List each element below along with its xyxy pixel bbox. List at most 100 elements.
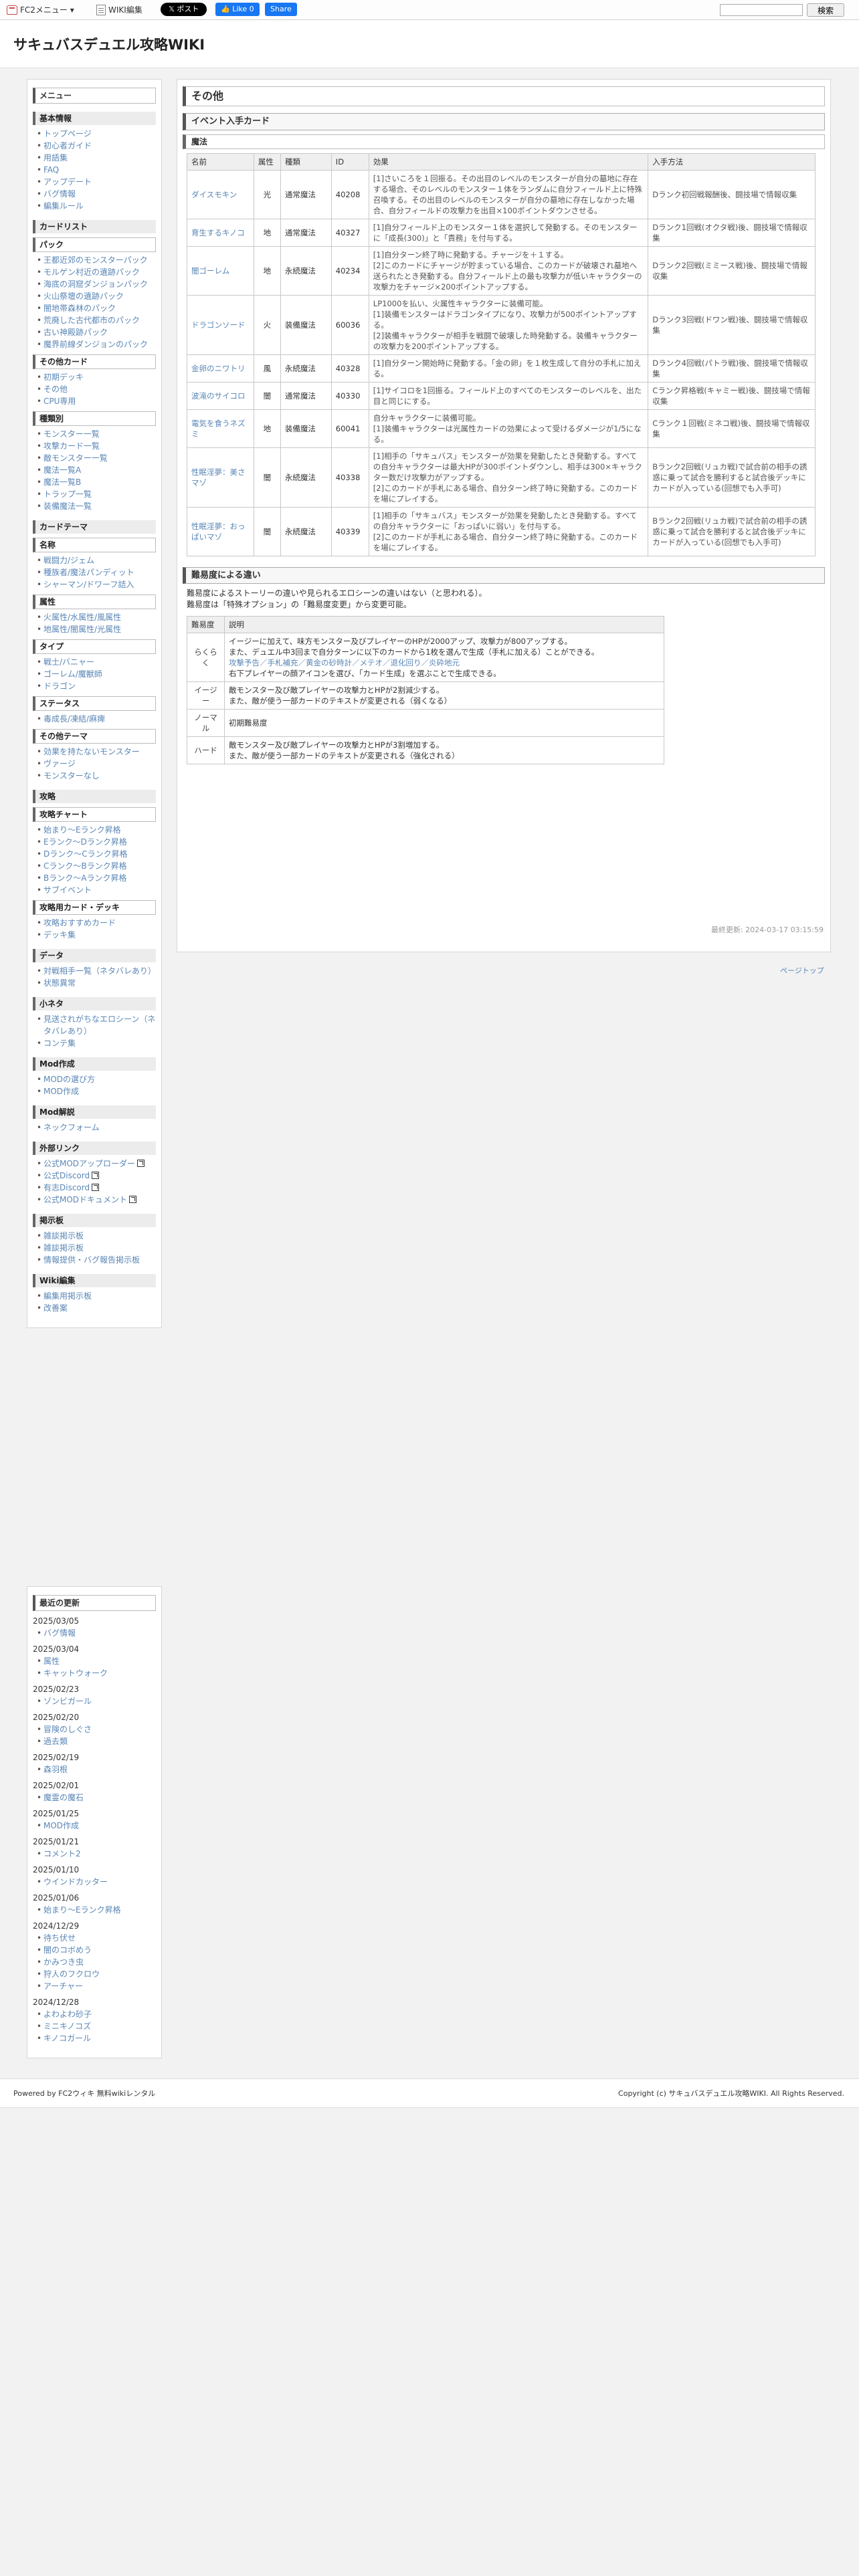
recent-link[interactable]: 過去類 bbox=[37, 1735, 156, 1747]
sidebar-link[interactable]: 公式Discord bbox=[37, 1170, 156, 1182]
sidebar-link[interactable]: 攻略おすすめカード bbox=[37, 917, 156, 929]
recent-link[interactable]: キノコガール bbox=[37, 2032, 156, 2044]
sidebar-link[interactable]: Bランク～Aランク昇格 bbox=[37, 872, 156, 884]
sidebar-link[interactable]: 戦士/バニャー bbox=[37, 656, 156, 668]
wiki-edit-link[interactable]: WIKI編集 bbox=[96, 4, 142, 16]
sidebar-link[interactable]: アップデート bbox=[37, 176, 156, 188]
fb-share-button[interactable]: Share bbox=[265, 3, 297, 16]
sidebar-link[interactable]: 種族者/魔法パンディット bbox=[37, 566, 156, 578]
sidebar-link[interactable]: 情報提供・バグ報告掲示板 bbox=[37, 1254, 156, 1266]
fb-like-button[interactable]: 👍 Like 0 bbox=[215, 3, 260, 16]
recent-link[interactable]: 始まり～Eランク昇格 bbox=[37, 1904, 156, 1916]
sidebar-link[interactable]: 有志Discord bbox=[37, 1182, 156, 1194]
recent-link[interactable]: MOD作成 bbox=[37, 1820, 156, 1832]
sidebar-link[interactable]: トップページ bbox=[37, 128, 156, 140]
recent-link[interactable]: アーチャー bbox=[37, 1980, 156, 1992]
sidebar-link[interactable]: 対戦相手一覧（ネタバレあり） bbox=[37, 965, 156, 977]
card-name-link[interactable]: 性眠淫夢：おっぱいマゾ bbox=[187, 506, 254, 556]
card-name-link[interactable]: 育生するキノコ bbox=[187, 218, 254, 247]
sidebar-link[interactable]: モンスターなし bbox=[37, 770, 156, 782]
sidebar-link[interactable]: 荒廃した古代都市のパック bbox=[37, 314, 156, 326]
sidebar-link[interactable]: デッキ集 bbox=[37, 929, 156, 941]
sidebar-link[interactable]: 闇地帯森林のパック bbox=[37, 302, 156, 314]
sidebar-link[interactable]: 海底の洞窟ダンジョンパック bbox=[37, 278, 156, 290]
page-top-link[interactable]: ページトップ bbox=[780, 966, 824, 977]
sidebar-link[interactable]: 古い神殿跡パック bbox=[37, 326, 156, 338]
sidebar-link[interactable]: ゴーレム/魔獣師 bbox=[37, 668, 156, 680]
sidebar-link[interactable]: 改善案 bbox=[37, 1302, 156, 1314]
sidebar-link[interactable]: 王都近郊のモンスターパック bbox=[37, 254, 156, 266]
recent-link[interactable]: 属性 bbox=[37, 1655, 156, 1667]
sidebar-link[interactable]: 毒成長/凍結/麻痺 bbox=[37, 713, 156, 725]
recent-link[interactable]: キャットウォーク bbox=[37, 1667, 156, 1679]
sidebar-link[interactable]: ネックフォーム bbox=[37, 1121, 156, 1134]
search-button[interactable]: 検索 bbox=[807, 3, 844, 17]
recent-link[interactable]: ウインドカッター bbox=[37, 1876, 156, 1888]
recent-link[interactable]: ゾンビガール bbox=[37, 1695, 156, 1707]
sidebar-link[interactable]: 初期デッキ bbox=[37, 371, 156, 383]
sidebar-link[interactable]: 状態異常 bbox=[37, 977, 156, 989]
card-name-link[interactable]: 波滝のサイコロ bbox=[187, 381, 254, 410]
sidebar-link[interactable]: その他 bbox=[37, 383, 156, 395]
sidebar-link[interactable]: モンスター一覧 bbox=[37, 428, 156, 440]
recent-link[interactable]: 狩人のフクロウ bbox=[37, 1968, 156, 1980]
card-name-link[interactable]: 金卵のニワトリ bbox=[187, 354, 254, 383]
sidebar-link[interactable]: MOD作成 bbox=[37, 1085, 156, 1097]
sidebar-link[interactable]: 編集ルール bbox=[37, 200, 156, 212]
x-post-button[interactable]: 𝕏 ポスト bbox=[161, 3, 207, 16]
sidebar-link[interactable]: Eランク～Dランク昇格 bbox=[37, 836, 156, 848]
recent-link[interactable]: 冒険のしぐさ bbox=[37, 1723, 156, 1735]
sidebar-link[interactable]: 雑談掲示板 bbox=[37, 1242, 156, 1254]
sidebar-link[interactable]: バグ情報 bbox=[37, 188, 156, 200]
sidebar-link[interactable]: 戦闘力/ジェム bbox=[37, 554, 156, 566]
sidebar-link[interactable]: 火山祭壇の遺跡パック bbox=[37, 290, 156, 302]
recent-link[interactable]: 魔霊の魔石 bbox=[37, 1792, 156, 1804]
sidebar-link[interactable]: 初心者ガイド bbox=[37, 140, 156, 152]
sidebar-link[interactable]: 始まり～Eランク昇格 bbox=[37, 824, 156, 836]
recent-link[interactable]: よわよわ砂子 bbox=[37, 2008, 156, 2020]
site-title[interactable]: サキュバスデュエル攻略WIKI bbox=[13, 35, 846, 56]
sidebar-link[interactable]: CPU専用 bbox=[37, 395, 156, 407]
sidebar-link[interactable]: サブイベント bbox=[37, 884, 156, 896]
recent-link[interactable]: かみつき虫 bbox=[37, 1956, 156, 1968]
card-name-link[interactable]: 闇ゴーレム bbox=[187, 245, 254, 296]
sidebar-link[interactable]: モルゲン村近の遺跡パック bbox=[37, 266, 156, 278]
sidebar-link[interactable]: 編集用掲示板 bbox=[37, 1290, 156, 1302]
sidebar-link[interactable]: 魔界前線ダンジョンのパック bbox=[37, 338, 156, 350]
sidebar-link[interactable]: 地属性/闇属性/光属性 bbox=[37, 623, 156, 635]
sidebar-link[interactable]: 火属性/水属性/風属性 bbox=[37, 611, 156, 623]
sidebar-link[interactable]: 公式MODドキュメント bbox=[37, 1194, 156, 1206]
sidebar-link[interactable]: Dランク～Cランク昇格 bbox=[37, 848, 156, 860]
recent-link[interactable]: 闇のコボめう bbox=[37, 1944, 156, 1956]
sidebar-link[interactable]: 効果を持たないモンスター bbox=[37, 746, 156, 758]
card-name-link[interactable]: 性眠淫夢：美さマゾ bbox=[187, 447, 254, 508]
sidebar-link[interactable]: 見送されがちなエロシーン（ネタバレあり） bbox=[37, 1013, 156, 1037]
sidebar-link[interactable]: トラップ一覧 bbox=[37, 488, 156, 500]
sidebar-link[interactable]: ドラゴン bbox=[37, 680, 156, 692]
sidebar-link[interactable]: 魔法一覧A bbox=[37, 464, 156, 476]
sidebar-link[interactable]: シャーマン/ドワーフ詰入 bbox=[37, 578, 156, 591]
recent-link[interactable]: バグ情報 bbox=[37, 1627, 156, 1639]
sidebar-link[interactable]: 公式MODアップローダー bbox=[37, 1158, 156, 1170]
sidebar-link[interactable]: 装備魔法一覧 bbox=[37, 500, 156, 512]
sidebar-link[interactable]: 敵モンスター一覧 bbox=[37, 452, 156, 464]
sidebar-link[interactable]: 魔法一覧B bbox=[37, 476, 156, 488]
card-name-link[interactable]: 電気を食うネズミ bbox=[187, 409, 254, 448]
card-name-link[interactable]: ドラゴンソード bbox=[187, 294, 254, 355]
sidebar-link[interactable]: 攻撃カード一覧 bbox=[37, 440, 156, 452]
recent-link[interactable]: 森羽根 bbox=[37, 1763, 156, 1776]
search-input[interactable] bbox=[720, 4, 803, 16]
sidebar-link[interactable]: コンテ集 bbox=[37, 1037, 156, 1049]
sidebar-link[interactable]: FAQ bbox=[37, 164, 156, 176]
fc2-menu-button[interactable]: FC2メニュー ▾ bbox=[7, 4, 74, 16]
footer-powered-by[interactable]: Powered by FC2ウィキ 無料wikiレンタル bbox=[13, 2089, 155, 2098]
sidebar-link[interactable]: 用語集 bbox=[37, 152, 156, 164]
card-name-link[interactable]: ダイスモキン bbox=[187, 169, 254, 219]
sidebar-link[interactable]: Cランク～Bランク昇格 bbox=[37, 860, 156, 872]
recent-link[interactable]: ミニキノコズ bbox=[37, 2020, 156, 2032]
sidebar-link[interactable]: ヴァージ bbox=[37, 758, 156, 770]
sidebar-link[interactable]: 雑談掲示板 bbox=[37, 1230, 156, 1242]
recent-link[interactable]: 待ち伏せ bbox=[37, 1932, 156, 1944]
recent-link[interactable]: コメント2 bbox=[37, 1848, 156, 1860]
sidebar-link[interactable]: MODの選び方 bbox=[37, 1073, 156, 1085]
